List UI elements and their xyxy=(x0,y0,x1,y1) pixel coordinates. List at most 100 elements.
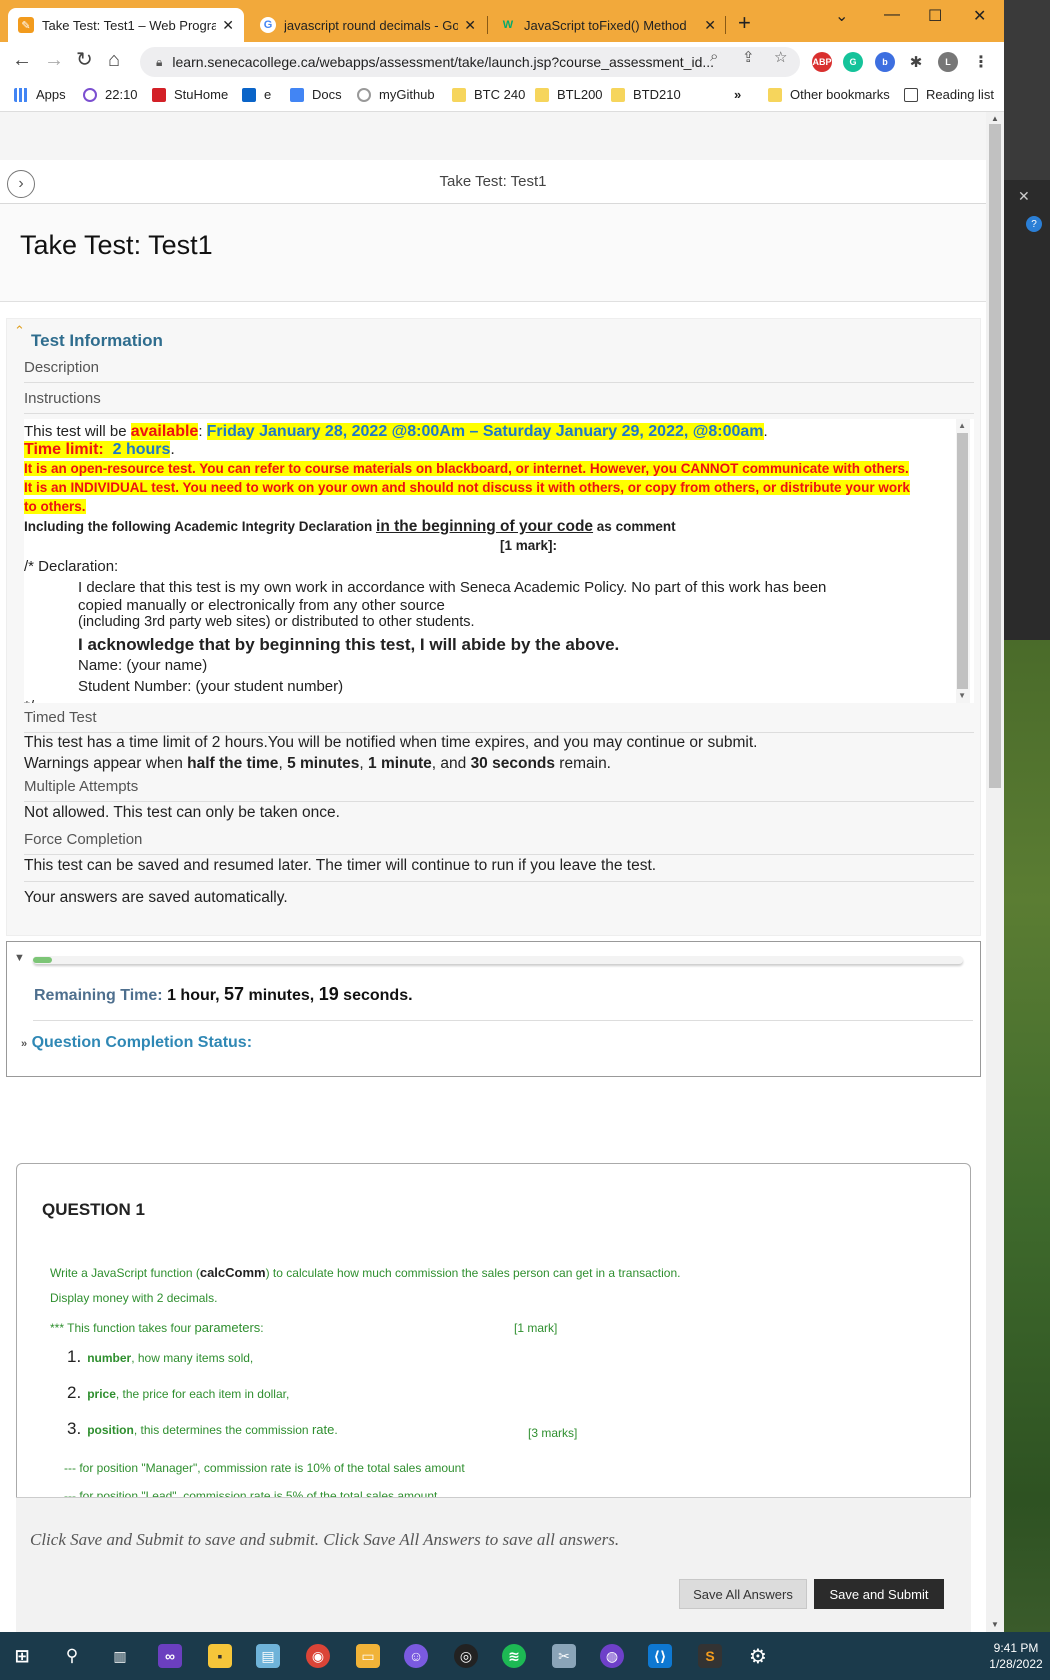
close-window-icon[interactable]: ✕ xyxy=(973,6,986,26)
tab-label: Take Test: Test1 – Web Programm xyxy=(42,17,217,33)
warning-1min: 1 minute xyxy=(368,755,432,772)
sticky-notes-icon[interactable]: ▪ xyxy=(208,1644,232,1668)
search-icon[interactable]: ⚲ xyxy=(60,1644,84,1668)
close-icon[interactable]: ✕ xyxy=(464,17,476,34)
obs-icon[interactable]: ◎ xyxy=(454,1644,478,1668)
visual-studio-icon[interactable]: ∞ xyxy=(158,1644,182,1668)
scroll-up-arrow-icon[interactable]: ▲ xyxy=(991,114,999,123)
test-information-title[interactable]: Test Information xyxy=(31,331,163,351)
item-number: 2. xyxy=(67,1383,82,1402)
tab-label: javascript round decimals - Goog xyxy=(284,17,459,33)
bookmark-btd210[interactable]: BTD210 xyxy=(611,87,681,102)
param-desc: , how many items sold, xyxy=(131,1351,254,1365)
share-icon[interactable]: ⇪ xyxy=(742,48,755,66)
forward-arrow-icon[interactable]: → xyxy=(44,50,64,70)
declaration-close: */ xyxy=(24,698,34,703)
maximize-icon[interactable]: ☐ xyxy=(928,6,942,26)
back-arrow-icon[interactable]: ← xyxy=(12,50,32,70)
bookmark-other[interactable]: Other bookmarks xyxy=(768,87,890,102)
scroll-down-arrow-icon[interactable]: ▼ xyxy=(991,1620,999,1629)
question-completion-status[interactable]: » Question Completion Status: xyxy=(21,1034,252,1052)
more-menu-icon[interactable]: ⋮ xyxy=(971,52,991,72)
adblock-icon[interactable]: ABP xyxy=(812,52,832,72)
param-item-3: 3. position, this determines the commissi… xyxy=(67,1419,338,1439)
bookmark-outlook[interactable]: e xyxy=(242,87,271,102)
snip-tool-icon[interactable]: ✂ xyxy=(552,1644,576,1668)
save-all-answers-button[interactable]: Save All Answers xyxy=(679,1579,807,1609)
and-text: , and xyxy=(431,755,471,772)
windows-start-icon[interactable]: ⊞ xyxy=(10,1644,34,1668)
bookmark-mygithub[interactable]: myGithub xyxy=(357,87,435,102)
minimize-icon[interactable]: — xyxy=(884,6,900,24)
extension-b-icon[interactable]: b xyxy=(875,52,895,72)
tab-label: JavaScript toFixed() Method xyxy=(524,17,687,33)
tab-take-test[interactable]: ✎ Take Test: Test1 – Web Programm ✕ xyxy=(8,8,244,42)
close-icon[interactable]: ✕ xyxy=(222,17,234,34)
sublime-text-icon[interactable]: S xyxy=(698,1644,722,1668)
reading-list[interactable]: Reading list xyxy=(904,87,994,102)
task-view-icon[interactable]: ▥ xyxy=(108,1644,132,1668)
folder-icon xyxy=(611,87,625,102)
tab-strip: ✎ Take Test: Test1 – Web Programm ✕ G ja… xyxy=(0,0,1004,42)
individual-text: It is an INDIVIDUAL test. You need to wo… xyxy=(24,480,910,495)
zoom-icon[interactable]: ⌕ xyxy=(710,48,718,65)
page-scroll-thumb[interactable] xyxy=(989,124,1001,788)
system-clock[interactable]: 9:41 PM 1/28/2022 xyxy=(986,1640,1046,1672)
bookmark-star-icon[interactable]: ☆ xyxy=(774,48,787,66)
bookmark-apps[interactable]: Apps xyxy=(14,87,66,102)
tab-search-chevron-icon[interactable]: ⌄ xyxy=(835,6,848,26)
availability-dates: Friday January 28, 2022 @8:00Am – Saturd… xyxy=(206,423,764,440)
github-icon xyxy=(357,87,371,102)
warning-half: half the time xyxy=(187,755,279,772)
apps-grid-icon xyxy=(14,87,28,102)
q-text: ) to calculate how much commission the s… xyxy=(265,1266,681,1280)
open-resource-text: It is an open-resource test. You can ref… xyxy=(24,461,909,476)
collapse-triangle-icon[interactable]: ▼ xyxy=(14,952,25,964)
tab-google-search[interactable]: G javascript round decimals - Goog ✕ xyxy=(250,8,486,42)
docs-icon xyxy=(290,87,304,102)
close-icon[interactable]: ✕ xyxy=(704,17,716,34)
home-icon[interactable]: ⌂ xyxy=(108,50,120,70)
scroll-down-arrow-icon[interactable]: ▼ xyxy=(958,691,966,700)
bookmark-label: StuHome xyxy=(174,87,229,102)
save-and-submit-button[interactable]: Save and Submit xyxy=(814,1579,944,1609)
address-bar[interactable]: 🔒︎ learn.senecacollege.ca/webapps/assess… xyxy=(140,47,800,77)
bookmark-stuhome[interactable]: StuHome xyxy=(152,87,228,102)
timer-panel: ▼ Remaining Time: 1 hour, 57 minutes, 19… xyxy=(6,941,981,1077)
puzzle-extensions-icon[interactable]: ✱ xyxy=(906,52,926,72)
instructions-scroll-thumb[interactable] xyxy=(957,433,968,689)
param-item-2: 2. price, the price for each item in doll… xyxy=(67,1383,289,1403)
test-page: › Take Test: Test1 Take Test: Test1 ⌃ Te… xyxy=(0,112,986,1632)
spotify-icon[interactable]: ≋ xyxy=(502,1644,526,1668)
bookmark-btc240[interactable]: BTC 240 xyxy=(452,87,525,102)
bookmark-label: BTL200 xyxy=(557,87,603,102)
function-name: calcComm xyxy=(199,1265,266,1280)
tab-w3schools[interactable]: W JavaScript toFixed() Method ✕ xyxy=(490,8,726,42)
test-information-panel: ⌃ Test Information Description Instructi… xyxy=(6,318,981,936)
github-desktop-icon[interactable]: ◍ xyxy=(600,1644,624,1668)
reload-icon[interactable]: ↻ xyxy=(76,50,93,70)
discord-icon[interactable]: ☺ xyxy=(404,1644,428,1668)
bookmark-label: Docs xyxy=(312,87,342,102)
notepad-icon[interactable]: ▤ xyxy=(256,1644,280,1668)
bookmark-docs[interactable]: Docs xyxy=(290,87,342,102)
chrome-icon[interactable]: ◉ xyxy=(306,1644,330,1668)
bookmarks-overflow[interactable]: » xyxy=(734,87,741,102)
vscode-icon[interactable]: ⟨⟩ xyxy=(648,1644,672,1668)
file-explorer-icon[interactable]: ▭ xyxy=(356,1644,380,1668)
new-tab-plus-icon[interactable]: + xyxy=(738,12,751,34)
grammarly-icon[interactable]: G xyxy=(843,52,863,72)
settings-gear-icon[interactable]: ⚙ xyxy=(746,1644,770,1668)
question-line-3: *** This function takes four parameters: xyxy=(50,1320,264,1335)
individual-text-end: to others. xyxy=(24,499,86,514)
declaration-open: /* Declaration: xyxy=(24,558,119,575)
bookmark-btl200[interactable]: BTL200 xyxy=(535,87,603,102)
collapse-caret-icon[interactable]: ⌃ xyxy=(14,323,25,339)
multiple-attempts-text: Not allowed. This test can only be taken… xyxy=(24,804,340,821)
page-scrollbar[interactable]: ▲ ▼ xyxy=(986,112,1004,1632)
availability-text: This test will be xyxy=(24,423,131,440)
param-name: price xyxy=(87,1387,116,1401)
bookmark-clock[interactable]: 22:10 xyxy=(83,87,138,102)
profile-avatar-icon[interactable]: L xyxy=(938,52,958,72)
scroll-up-arrow-icon[interactable]: ▲ xyxy=(958,421,966,430)
